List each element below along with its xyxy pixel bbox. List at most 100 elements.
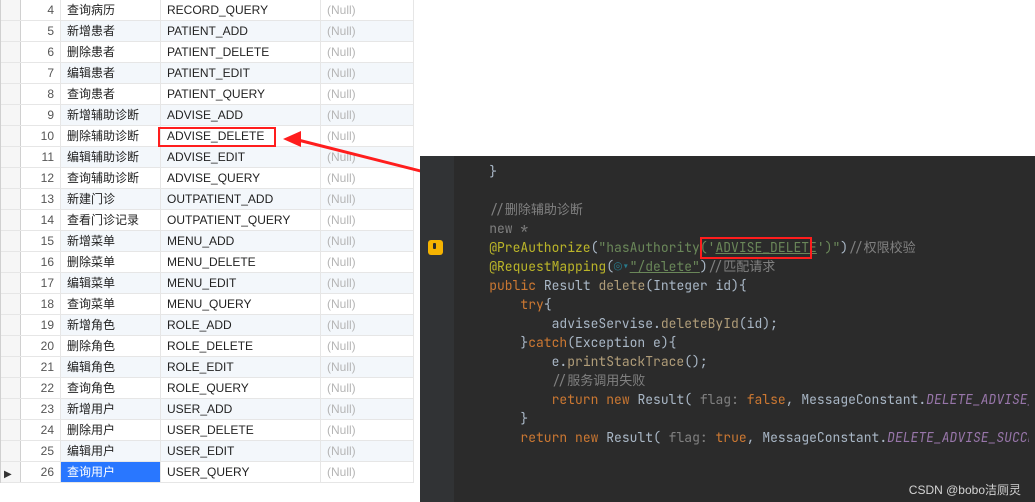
perm-name-cell[interactable]: 删除用户 bbox=[61, 420, 161, 440]
perm-name-cell[interactable]: 新建门诊 bbox=[61, 189, 161, 209]
row-gutter bbox=[1, 441, 21, 461]
perm-key-cell[interactable]: USER_EDIT bbox=[161, 441, 321, 461]
row-number: 5 bbox=[21, 21, 61, 41]
perm-name-cell[interactable]: 新增用户 bbox=[61, 399, 161, 419]
table-row[interactable]: 14查看门诊记录OUTPATIENT_QUERY(Null) bbox=[1, 210, 414, 231]
perm-name-cell[interactable]: 删除角色 bbox=[61, 336, 161, 356]
null-cell[interactable]: (Null) bbox=[321, 168, 414, 188]
table-row[interactable]: 12查询辅助诊断ADVISE_QUERY(Null) bbox=[1, 168, 414, 189]
null-cell[interactable]: (Null) bbox=[321, 441, 414, 461]
perm-key-cell[interactable]: ADVISE_QUERY bbox=[161, 168, 321, 188]
perm-key-cell[interactable]: RECORD_QUERY bbox=[161, 0, 321, 20]
perm-name-cell[interactable]: 编辑辅助诊断 bbox=[61, 147, 161, 167]
perm-key-cell[interactable]: PATIENT_QUERY bbox=[161, 84, 321, 104]
table-row[interactable]: 9新增辅助诊断ADVISE_ADD(Null) bbox=[1, 105, 414, 126]
row-number: 23 bbox=[21, 399, 61, 419]
perm-name-cell[interactable]: 新增菜单 bbox=[61, 231, 161, 251]
table-row[interactable]: 11编辑辅助诊断ADVISE_EDIT(Null) bbox=[1, 147, 414, 168]
table-row[interactable]: 26查询用户USER_QUERY(Null) bbox=[1, 462, 414, 483]
null-cell[interactable]: (Null) bbox=[321, 294, 414, 314]
null-cell[interactable]: (Null) bbox=[321, 252, 414, 272]
perm-name-cell[interactable]: 查询菜单 bbox=[61, 294, 161, 314]
perm-name-cell[interactable]: 新增角色 bbox=[61, 315, 161, 335]
perm-name-cell[interactable]: 删除患者 bbox=[61, 42, 161, 62]
null-cell[interactable]: (Null) bbox=[321, 189, 414, 209]
null-cell[interactable]: (Null) bbox=[321, 105, 414, 125]
perm-name-cell[interactable]: 编辑菜单 bbox=[61, 273, 161, 293]
table-row[interactable]: 10删除辅助诊断ADVISE_DELETE(Null) bbox=[1, 126, 414, 147]
perm-key-cell[interactable]: USER_QUERY bbox=[161, 462, 321, 482]
table-row[interactable]: 4查询病历RECORD_QUERY(Null) bbox=[1, 0, 414, 21]
perm-key-cell[interactable]: MENU_QUERY bbox=[161, 294, 321, 314]
perm-key-cell[interactable]: MENU_DELETE bbox=[161, 252, 321, 272]
table-row[interactable]: 23新增用户USER_ADD(Null) bbox=[1, 399, 414, 420]
perm-key-cell[interactable]: ROLE_QUERY bbox=[161, 378, 321, 398]
null-cell[interactable]: (Null) bbox=[321, 42, 414, 62]
table-row[interactable]: 7编辑患者PATIENT_EDIT(Null) bbox=[1, 63, 414, 84]
null-cell[interactable]: (Null) bbox=[321, 273, 414, 293]
null-cell[interactable]: (Null) bbox=[321, 315, 414, 335]
table-row[interactable]: 22查询角色ROLE_QUERY(Null) bbox=[1, 378, 414, 399]
code-editor[interactable]: } //删除辅助诊断 new * @PreAuthorize("hasAutho… bbox=[420, 156, 1035, 502]
perm-key-cell[interactable]: ADVISE_ADD bbox=[161, 105, 321, 125]
row-number: 21 bbox=[21, 357, 61, 377]
perm-name-cell[interactable]: 查询患者 bbox=[61, 84, 161, 104]
table-row[interactable]: 15新增菜单MENU_ADD(Null) bbox=[1, 231, 414, 252]
table-row[interactable]: 17编辑菜单MENU_EDIT(Null) bbox=[1, 273, 414, 294]
perm-key-cell[interactable]: MENU_EDIT bbox=[161, 273, 321, 293]
perm-key-cell[interactable]: ROLE_EDIT bbox=[161, 357, 321, 377]
perm-name-cell[interactable]: 删除菜单 bbox=[61, 252, 161, 272]
perm-key-cell[interactable]: PATIENT_EDIT bbox=[161, 63, 321, 83]
null-cell[interactable]: (Null) bbox=[321, 210, 414, 230]
perm-name-cell[interactable]: 查询角色 bbox=[61, 378, 161, 398]
perm-key-cell[interactable]: OUTPATIENT_ADD bbox=[161, 189, 321, 209]
table-row[interactable]: 19新增角色ROLE_ADD(Null) bbox=[1, 315, 414, 336]
table-row[interactable]: 8查询患者PATIENT_QUERY(Null) bbox=[1, 84, 414, 105]
perm-key-cell[interactable]: ROLE_ADD bbox=[161, 315, 321, 335]
row-gutter bbox=[1, 0, 21, 20]
table-row[interactable]: 25编辑用户USER_EDIT(Null) bbox=[1, 441, 414, 462]
perm-key-cell[interactable]: PATIENT_DELETE bbox=[161, 42, 321, 62]
perm-key-cell[interactable]: ADVISE_EDIT bbox=[161, 147, 321, 167]
null-cell[interactable]: (Null) bbox=[321, 126, 414, 146]
null-cell[interactable]: (Null) bbox=[321, 21, 414, 41]
table-row[interactable]: 13新建门诊OUTPATIENT_ADD(Null) bbox=[1, 189, 414, 210]
perm-key-cell[interactable]: ROLE_DELETE bbox=[161, 336, 321, 356]
null-cell[interactable]: (Null) bbox=[321, 420, 414, 440]
row-gutter bbox=[1, 252, 21, 272]
table-row[interactable]: 20删除角色ROLE_DELETE(Null) bbox=[1, 336, 414, 357]
perm-name-cell[interactable]: 查询辅助诊断 bbox=[61, 168, 161, 188]
table-row[interactable]: 16删除菜单MENU_DELETE(Null) bbox=[1, 252, 414, 273]
perm-name-cell[interactable]: 查看门诊记录 bbox=[61, 210, 161, 230]
permission-table[interactable]: 4查询病历RECORD_QUERY(Null)5新增患者PATIENT_ADD(… bbox=[0, 0, 414, 483]
table-row[interactable]: 6删除患者PATIENT_DELETE(Null) bbox=[1, 42, 414, 63]
row-number: 26 bbox=[21, 462, 61, 482]
null-cell[interactable]: (Null) bbox=[321, 231, 414, 251]
table-row[interactable]: 24删除用户USER_DELETE(Null) bbox=[1, 420, 414, 441]
perm-name-cell[interactable]: 新增患者 bbox=[61, 21, 161, 41]
perm-key-cell[interactable]: PATIENT_ADD bbox=[161, 21, 321, 41]
perm-name-cell[interactable]: 编辑角色 bbox=[61, 357, 161, 377]
null-cell[interactable]: (Null) bbox=[321, 0, 414, 20]
null-cell[interactable]: (Null) bbox=[321, 462, 414, 482]
null-cell[interactable]: (Null) bbox=[321, 357, 414, 377]
table-row[interactable]: 21编辑角色ROLE_EDIT(Null) bbox=[1, 357, 414, 378]
null-cell[interactable]: (Null) bbox=[321, 399, 414, 419]
table-row[interactable]: 5新增患者PATIENT_ADD(Null) bbox=[1, 21, 414, 42]
perm-name-cell[interactable]: 编辑患者 bbox=[61, 63, 161, 83]
perm-name-cell[interactable]: 查询病历 bbox=[61, 0, 161, 20]
perm-key-cell[interactable]: USER_ADD bbox=[161, 399, 321, 419]
null-cell[interactable]: (Null) bbox=[321, 378, 414, 398]
intention-bulb-icon[interactable] bbox=[428, 240, 443, 255]
perm-key-cell[interactable]: OUTPATIENT_QUERY bbox=[161, 210, 321, 230]
perm-key-cell[interactable]: MENU_ADD bbox=[161, 231, 321, 251]
null-cell[interactable]: (Null) bbox=[321, 63, 414, 83]
null-cell[interactable]: (Null) bbox=[321, 336, 414, 356]
perm-name-cell[interactable]: 删除辅助诊断 bbox=[61, 126, 161, 146]
perm-name-cell[interactable]: 新增辅助诊断 bbox=[61, 105, 161, 125]
table-row[interactable]: 18查询菜单MENU_QUERY(Null) bbox=[1, 294, 414, 315]
perm-name-cell[interactable]: 编辑用户 bbox=[61, 441, 161, 461]
perm-name-cell[interactable]: 查询用户 bbox=[61, 462, 161, 482]
null-cell[interactable]: (Null) bbox=[321, 84, 414, 104]
perm-key-cell[interactable]: USER_DELETE bbox=[161, 420, 321, 440]
